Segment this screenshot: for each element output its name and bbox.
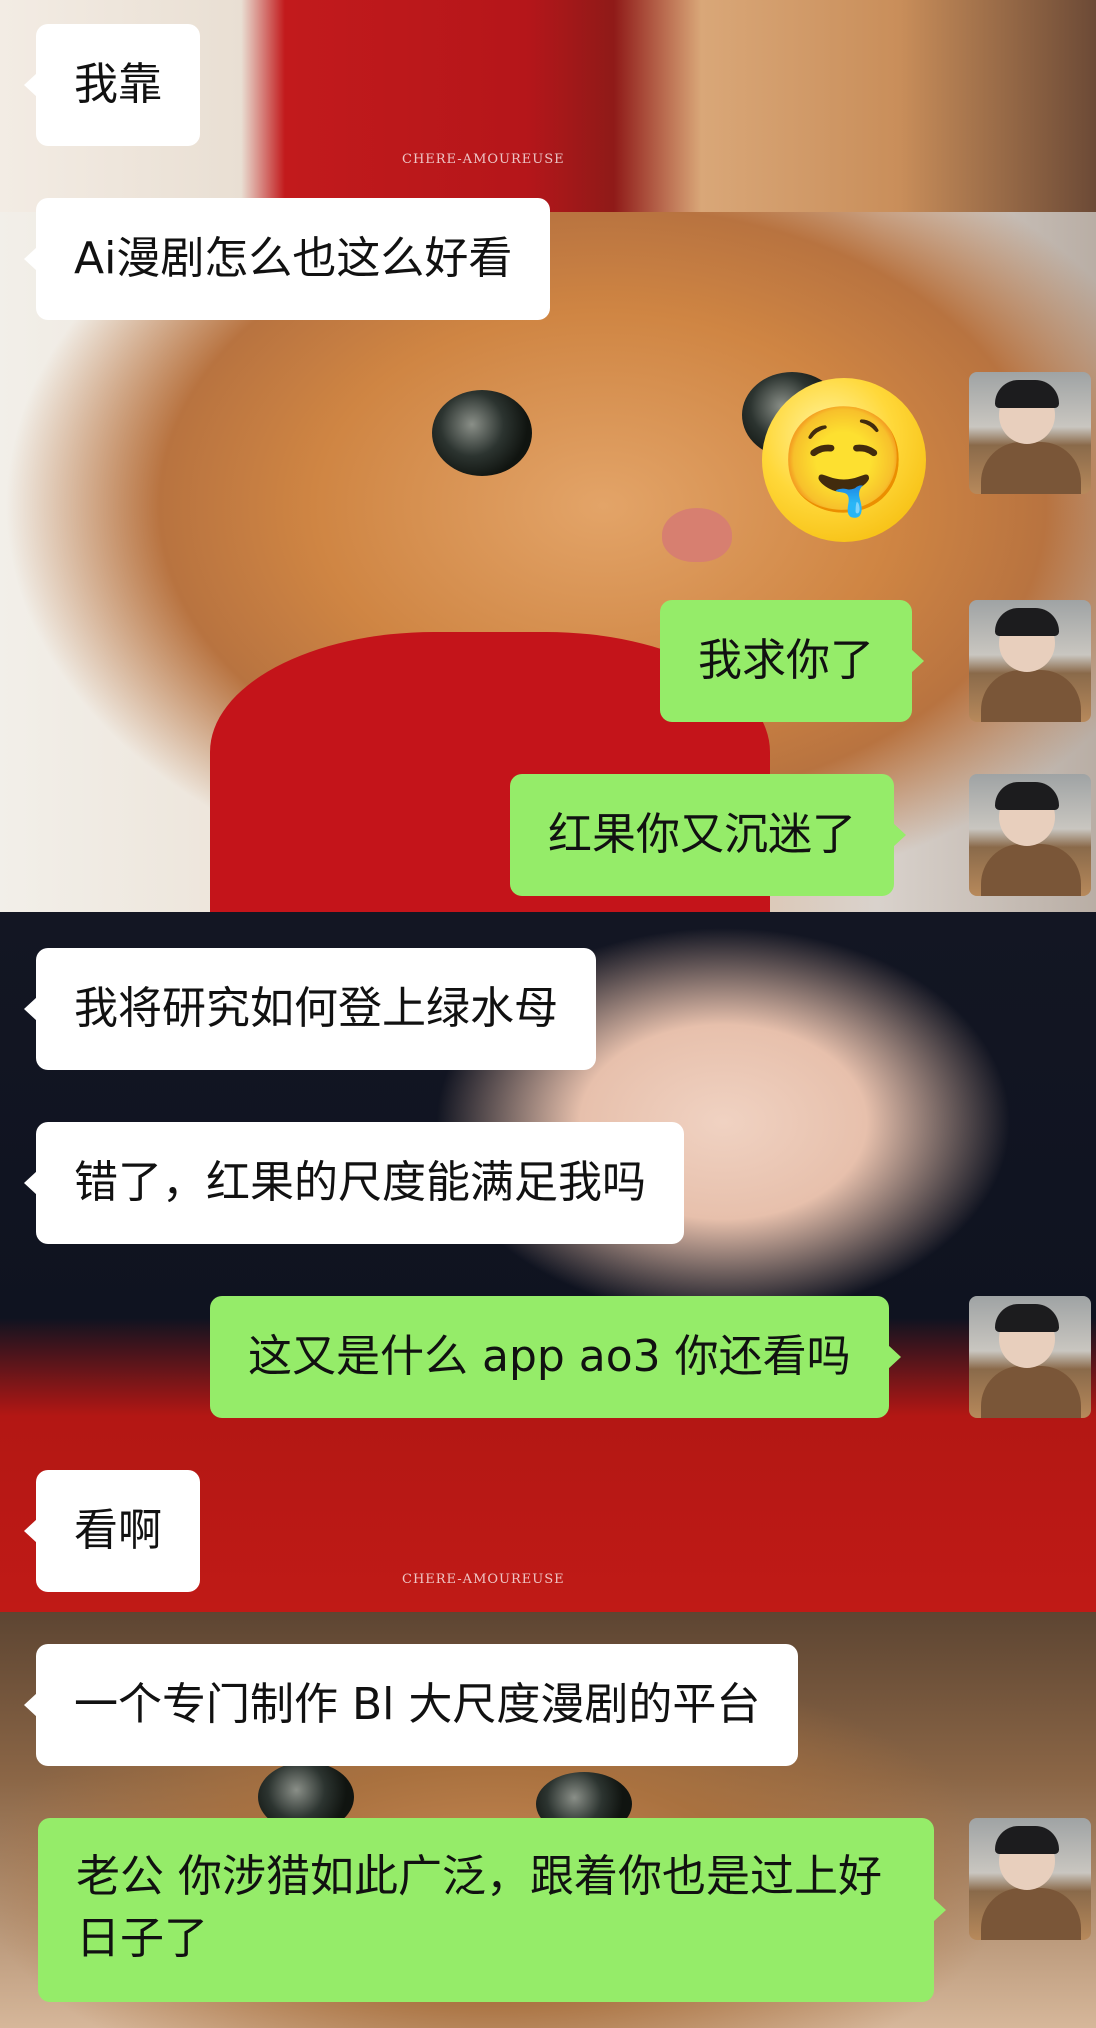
message-text: 错了，红果的尺度能满足我吗: [74, 1157, 646, 1208]
message-text: 我将研究如何登上绿水母: [74, 983, 558, 1034]
message-text: 老公 你涉猎如此广泛，跟着你也是过上好日子了: [76, 1851, 882, 1964]
message-bubble-incoming[interactable]: Ai漫剧怎么也这么好看: [23, 198, 551, 320]
message-bubble-incoming[interactable]: 错了，红果的尺度能满足我吗: [24, 1122, 684, 1244]
cat-eye-left: [432, 390, 532, 476]
message-bubble-incoming[interactable]: 看啊: [24, 1470, 200, 1592]
avatar[interactable]: [969, 1296, 1091, 1418]
drooling-face-sticker[interactable]: 🤤: [762, 378, 926, 542]
message-bubble-outgoing[interactable]: 老公 你涉猎如此广泛，跟着你也是过上好日子了: [38, 1818, 946, 2002]
message-text: 我求你了: [698, 635, 874, 686]
message-text: 我靠: [74, 59, 162, 110]
avatar[interactable]: [969, 372, 1091, 494]
cat-nose: [662, 508, 732, 562]
avatar[interactable]: [969, 600, 1091, 722]
message-text: Ai漫剧怎么也这么好看: [74, 233, 513, 284]
message-text: 一个专门制作 Bl 大尺度漫剧的平台: [74, 1679, 761, 1730]
message-bubble-outgoing[interactable]: 红果你又沉迷了: [510, 774, 906, 896]
watermark-text: CHERE-AMOUREUSE: [402, 152, 565, 167]
message-bubble-incoming[interactable]: 我靠: [24, 24, 200, 146]
message-bubble-outgoing[interactable]: 这又是什么 app ao3 你还看吗: [210, 1296, 901, 1418]
message-text: 红果你又沉迷了: [548, 809, 856, 860]
avatar[interactable]: [969, 774, 1091, 896]
avatar[interactable]: [969, 1818, 1091, 1940]
message-bubble-incoming[interactable]: 我将研究如何登上绿水母: [24, 948, 596, 1070]
message-bubble-outgoing[interactable]: 我求你了: [660, 600, 924, 722]
watermark-text: CHERE-AMOUREUSE: [402, 1572, 565, 1587]
message-text: 看啊: [74, 1505, 162, 1556]
message-bubble-incoming[interactable]: 一个专门制作 Bl 大尺度漫剧的平台: [23, 1644, 799, 1766]
message-text: 这又是什么 app ao3 你还看吗: [248, 1331, 851, 1382]
